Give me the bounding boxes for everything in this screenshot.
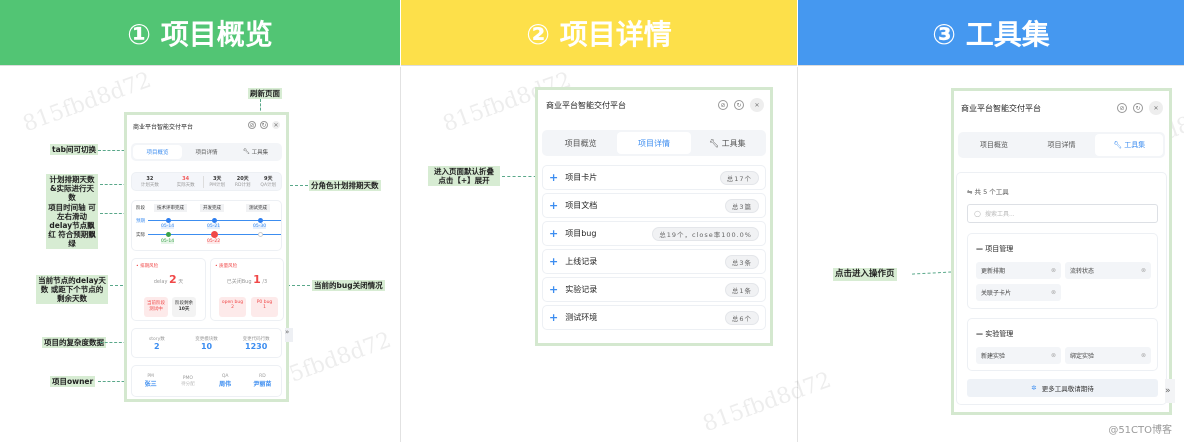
details-panel: 商业平台智能交付平台 ⊘ ↻ ✕ 项目概览 项目详情 🔧︎ 工具集 + 项目卡片总… xyxy=(535,87,773,346)
stats-bar: 32 计划天数 34 实际天数 3天 PM计划 20天 RD计划 9天 QA计划 xyxy=(131,172,282,191)
app-title: 商业平台智能交付平台 xyxy=(133,124,194,131)
search-icon: ○ xyxy=(974,209,981,218)
info-icon: ⊗ xyxy=(1050,352,1056,359)
tool-item[interactable]: 流转状态 ⊗ xyxy=(1065,262,1151,279)
more-tools-button[interactable]: ✲ 更多工具敬请期待 xyxy=(967,379,1158,397)
wrench-icon: 🔧︎ xyxy=(1113,141,1122,149)
collapse-icon[interactable]: — xyxy=(976,330,983,338)
tab-overview[interactable]: 项目概览 xyxy=(960,134,1028,156)
tool-group: — 实验管理 新建实验 ⊗ 绑定实验 ⊗ xyxy=(967,318,1158,371)
detail-row-releases[interactable]: + 上线记录 总3条 xyxy=(542,249,766,274)
tool-item[interactable]: 绑定实验 ⊗ xyxy=(1065,347,1151,364)
detail-row-bugs[interactable]: + 项目bug 总19个，close率100.0% xyxy=(542,221,766,246)
plus-icon[interactable]: + xyxy=(549,255,558,268)
overview-panel: 商业平台智能交付平台 ⊘ ↻ ✕ 项目概览 项目详情 🔧︎ 工具集 32 计划天数… xyxy=(124,112,293,402)
annotation-refresh: 刷新页面 xyxy=(248,88,282,99)
annotation-owner: 项目owner xyxy=(50,376,96,387)
detail-row-cards[interactable]: + 项目卡片 总17个 xyxy=(542,165,766,190)
plus-icon[interactable]: + xyxy=(549,227,558,240)
tool-group: — 项目管理 更新排期 ⊗ 流转状态 ⊗ 关联子卡片 ⊗ xyxy=(967,233,1158,309)
plus-icon[interactable]: + xyxy=(549,171,558,184)
annotation-bug: 当前的bug关闭情况 xyxy=(312,280,385,291)
expand-chevron-icon[interactable]: » xyxy=(1165,379,1175,403)
tool-item[interactable]: 更新排期 ⊗ xyxy=(976,262,1061,279)
tab-tools[interactable]: 🔧︎ 工具集 xyxy=(691,132,764,154)
detail-row-docs[interactable]: + 项目文档 总3篇 xyxy=(542,193,766,218)
info-icon: ⊗ xyxy=(1140,352,1146,359)
complexity-bar: story数 2 变更模块数 10 变更代码行数 1230 xyxy=(131,328,282,358)
detail-row-experiments[interactable]: + 实验记录 总1条 xyxy=(542,277,766,302)
schedule-risk-card: • 排期风险 delay 2 天 当前阶段 测试中 阶段剩余 10天 xyxy=(131,258,206,321)
tab-overview[interactable]: 项目概览 xyxy=(544,132,617,154)
tab-tools[interactable]: 🔧︎ 工具集 xyxy=(1095,134,1164,156)
wrench-icon: 🔧︎ xyxy=(708,138,720,148)
collapse-icon[interactable]: — xyxy=(976,245,983,253)
info-icon: ⊗ xyxy=(1050,289,1056,296)
tool-item[interactable]: 新建实验 ⊗ xyxy=(976,347,1061,364)
sparkle-icon: ✲ xyxy=(1031,384,1037,392)
tab-overview[interactable]: 项目概览 xyxy=(133,145,182,159)
tab-details[interactable]: 项目详情 xyxy=(617,132,691,154)
refresh-icon[interactable]: ↻ xyxy=(260,121,268,129)
info-icon: ⊗ xyxy=(1050,267,1056,274)
close-icon[interactable]: ✕ xyxy=(1149,101,1163,115)
info-icon: ⊗ xyxy=(1140,267,1146,274)
annotation-tabs: tab间可切换 xyxy=(50,144,99,155)
tab-details[interactable]: 项目详情 xyxy=(1028,134,1096,156)
plus-icon[interactable]: + xyxy=(549,199,558,212)
search-input[interactable]: ○ 搜索工具... xyxy=(967,204,1158,223)
refresh-icon[interactable]: ↻ xyxy=(1133,103,1143,113)
close-icon[interactable]: ✕ xyxy=(750,98,764,112)
annotation-complexity: 项目的复杂度数据 xyxy=(42,337,106,348)
annotation-tools: 点击进入操作页 xyxy=(833,268,897,281)
tab-tools[interactable]: 🔧︎ 工具集 xyxy=(231,145,280,159)
tab-details[interactable]: 项目详情 xyxy=(182,145,231,159)
detail-row-envs[interactable]: + 测试环境 总6个 xyxy=(542,305,766,330)
annotation-days: 计划排期天数&实际进行天数 xyxy=(46,174,98,203)
refresh-icon[interactable]: ↻ xyxy=(734,100,744,110)
credit: @51CTO博客 xyxy=(1108,425,1172,436)
plus-icon[interactable]: + xyxy=(549,311,558,324)
owners-bar: PM 张三 PMO 待分配 QA 周伟 RD 尹丽苗 xyxy=(131,365,282,397)
annotation-delay: 当前节点的delay天数 或距下个节点的剩余天数 xyxy=(36,275,108,304)
expand-chevron-icon[interactable]: » xyxy=(285,328,293,342)
annotation-timeline: 项目时间轴 可左右滑动 delay节点飘红 符合预期飘绿 xyxy=(46,202,98,249)
annotation-role-days: 分角色计划排期天数 xyxy=(309,180,381,191)
header-details: ② 项目详情 xyxy=(401,0,797,66)
timeline[interactable]: 阶段 技术评审完成 开发完成 测试完成 预期 05-14 05-21 05-30… xyxy=(131,200,282,251)
tools-box: ⇋ 共 5 个工具 ○ 搜索工具... — 项目管理 更新排期 ⊗ 流转状态 ⊗ 关联… xyxy=(956,172,1167,405)
header-overview: ① 项目概览 xyxy=(0,0,400,66)
compass-icon[interactable]: ⊘ xyxy=(718,100,728,110)
app-title: 商业平台智能交付平台 xyxy=(961,104,1041,113)
compass-icon[interactable]: ⊘ xyxy=(1117,103,1127,113)
tools-count: 共 5 个工具 xyxy=(974,188,1009,196)
filter-icon: ⇋ xyxy=(967,188,973,196)
annotation-collapse: 进入页面默认折叠 点击【+】展开 xyxy=(428,166,500,186)
wrench-icon: 🔧︎ xyxy=(242,149,250,155)
header-tools: ③ 工具集 xyxy=(798,0,1184,66)
close-icon[interactable]: ✕ xyxy=(272,121,280,129)
quality-risk-card: • 质量风险 已关闭Bug 1 /3 open bug 2 P0 bug 1 xyxy=(210,258,284,321)
tool-item[interactable]: 关联子卡片 ⊗ xyxy=(976,284,1061,301)
tools-panel: 商业平台智能交付平台 ⊘ ↻ ✕ 项目概览 项目详情 🔧︎ 工具集 ⇋ 共 5 … xyxy=(951,88,1175,415)
app-title: 商业平台智能交付平台 xyxy=(546,101,626,110)
plus-icon[interactable]: + xyxy=(549,283,558,296)
compass-icon[interactable]: ⊘ xyxy=(248,121,256,129)
